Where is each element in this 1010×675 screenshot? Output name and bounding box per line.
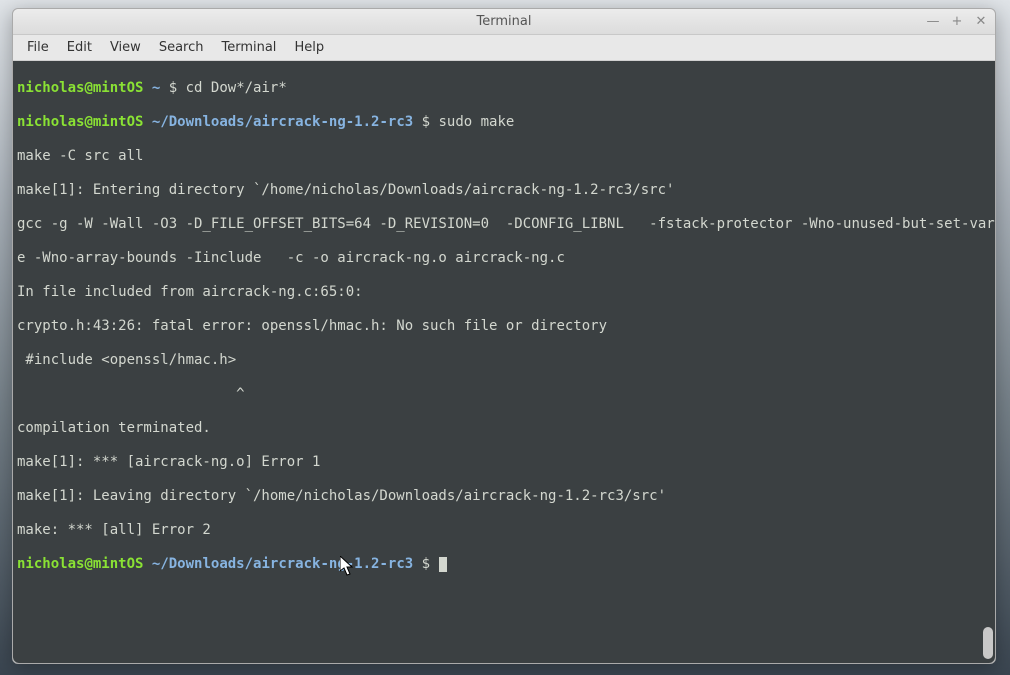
terminal-line: crypto.h:43:26: fatal error: openssl/hma… <box>17 318 991 335</box>
menu-file[interactable]: File <box>19 37 57 58</box>
terminal-line: e -Wno-array-bounds -Iinclude -c -o airc… <box>17 250 991 267</box>
terminal-window: Terminal — + ✕ File Edit View Search Ter… <box>12 8 996 664</box>
menubar: File Edit View Search Terminal Help <box>13 35 995 61</box>
maximize-button[interactable]: + <box>949 14 965 30</box>
terminal-line: make[1]: *** [aircrack-ng.o] Error 1 <box>17 454 991 471</box>
terminal-line: gcc -g -W -Wall -O3 -D_FILE_OFFSET_BITS=… <box>17 216 991 233</box>
window-title: Terminal <box>477 14 532 29</box>
terminal-line: In file included from aircrack-ng.c:65:0… <box>17 284 991 301</box>
terminal-line: make[1]: Leaving directory `/home/nichol… <box>17 488 991 505</box>
terminal-line: make -C src all <box>17 148 991 165</box>
terminal-line: nicholas@mintOS ~/Downloads/aircrack-ng-… <box>17 114 991 131</box>
terminal-line: make[1]: Entering directory `/home/nicho… <box>17 182 991 199</box>
cursor-block <box>439 557 447 572</box>
terminal-line: ^ <box>17 386 991 403</box>
titlebar[interactable]: Terminal — + ✕ <box>13 9 995 35</box>
close-button[interactable]: ✕ <box>973 14 989 30</box>
terminal-line: compilation terminated. <box>17 420 991 437</box>
menu-edit[interactable]: Edit <box>59 37 100 58</box>
terminal-line: #include <openssl/hmac.h> <box>17 352 991 369</box>
terminal-line: make: *** [all] Error 2 <box>17 522 991 539</box>
menu-search[interactable]: Search <box>151 37 212 58</box>
menu-view[interactable]: View <box>102 37 149 58</box>
menu-terminal[interactable]: Terminal <box>213 37 284 58</box>
terminal-line: nicholas@mintOS ~/Downloads/aircrack-ng-… <box>17 556 991 573</box>
scrollbar-thumb[interactable] <box>983 627 993 659</box>
menu-help[interactable]: Help <box>286 37 332 58</box>
window-controls: — + ✕ <box>925 9 989 34</box>
terminal-line: nicholas@mintOS ~ $ cd Dow*/air* <box>17 80 991 97</box>
minimize-button[interactable]: — <box>925 14 941 30</box>
terminal-content[interactable]: nicholas@mintOS ~ $ cd Dow*/air* nichola… <box>13 61 995 663</box>
